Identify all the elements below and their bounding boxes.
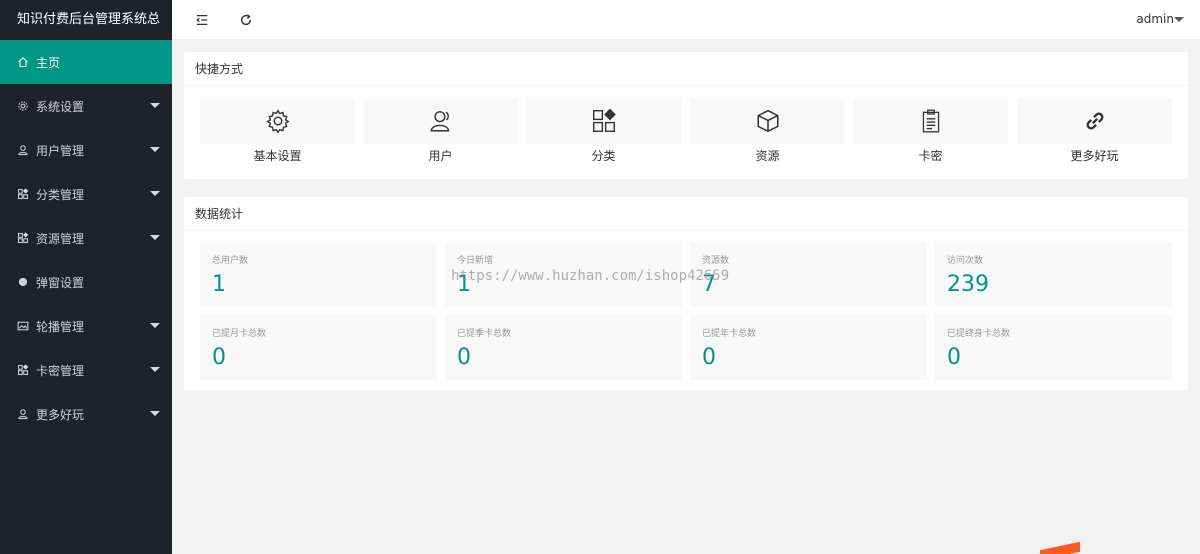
shortcut-tile[interactable] (853, 98, 1008, 144)
stat-label: 今日新增 (457, 256, 494, 266)
chevron-down-icon (150, 191, 160, 196)
stat-value: 0 (947, 345, 961, 370)
sidebar-item-label: 弹窗设置 (36, 275, 85, 290)
shortcut-card-codes[interactable]: 卡密 (853, 98, 1008, 164)
stat-lifetime-cards: 已提终身卡总数 0 (935, 315, 1172, 380)
app-title: 知识付费后台管理系统总 (0, 0, 172, 40)
cube-icon (756, 109, 779, 133)
shortcut-tile[interactable] (526, 98, 681, 144)
user-icon (429, 111, 449, 132)
stat-visits: 访问次数 239 (935, 242, 1172, 307)
gear-icon (265, 109, 290, 134)
sidebar-item-label: 分类管理 (36, 187, 85, 202)
shortcut-tile[interactable] (363, 98, 518, 144)
stat-label: 已提年卡总数 (702, 329, 757, 339)
sidebar-item-label: 资源管理 (36, 231, 85, 246)
stat-label: 已提终身卡总数 (947, 329, 1011, 339)
sidebar-item-label: 卡密管理 (36, 363, 85, 378)
gear-icon (16, 100, 29, 113)
shortcut-tile[interactable] (200, 98, 355, 144)
sidebar-item-resource-management[interactable]: 资源管理 (0, 216, 172, 260)
sidebar-item-system-settings[interactable]: 系统设置 (0, 84, 172, 128)
shortcut-basic-settings[interactable]: 基本设置 (200, 98, 355, 164)
chevron-down-icon (150, 367, 160, 372)
stat-monthly-cards: 已提月卡总数 0 (200, 315, 437, 380)
sidebar-nav: 主页 系统设置 用户管理 分类管理 资源管理 弹窗设置 轮播管理 卡密管理 更多… (0, 40, 172, 436)
shortcut-resources[interactable]: 资源 (690, 98, 845, 164)
card-title: 数据统计 (184, 197, 1188, 231)
stat-value: 1 (212, 272, 226, 297)
chevron-down-icon (150, 147, 160, 152)
picture-icon (16, 320, 29, 333)
shortcut-tile[interactable] (1017, 98, 1172, 144)
shortcut-categories[interactable]: 分类 (526, 98, 681, 164)
shortcut-users[interactable]: 用户 (363, 98, 518, 164)
circle-icon (16, 276, 29, 289)
sidebar-item-card-code-management[interactable]: 卡密管理 (0, 348, 172, 392)
sidebar-item-user-management[interactable]: 用户管理 (0, 128, 172, 172)
chevron-down-icon (150, 235, 160, 240)
chevron-down-icon (150, 103, 160, 108)
shortcut-tile[interactable] (690, 98, 845, 144)
link-icon (1086, 112, 1103, 130)
sidebar-item-label: 用户管理 (36, 143, 85, 158)
apps-icon (16, 188, 29, 201)
chevron-down-icon (150, 411, 160, 416)
shortcut-more-fun[interactable]: 更多好玩 (1017, 98, 1172, 164)
shortcut-label: 用户 (428, 149, 453, 163)
stat-value: 239 (947, 272, 989, 297)
apps-icon (16, 364, 29, 377)
sidebar-item-popup-settings[interactable]: 弹窗设置 (0, 260, 172, 304)
stat-label: 资源数 (702, 256, 730, 266)
sidebar-item-carousel-management[interactable]: 轮播管理 (0, 304, 172, 348)
stat-label: 访问次数 (947, 256, 984, 266)
watermark: https://www.huzhan.com/ishop42659 (451, 268, 730, 284)
stat-quarterly-cards: 已提季卡总数 0 (445, 315, 682, 380)
apps-icon (16, 232, 29, 245)
stat-value: 0 (702, 345, 716, 370)
sidebar-item-label: 更多好玩 (36, 407, 85, 422)
stat-label: 总用户数 (212, 256, 249, 266)
sidebar-item-category-management[interactable]: 分类管理 (0, 172, 172, 216)
shortcut-label: 分类 (591, 149, 616, 163)
user-icon (16, 144, 29, 157)
sidebar-item-label: 系统设置 (36, 99, 85, 114)
sidebar-item-label: 轮播管理 (36, 319, 85, 334)
shortcut-label: 卡密 (918, 149, 943, 163)
chevron-down-icon[interactable] (1174, 17, 1184, 22)
stat-label: 已提季卡总数 (457, 329, 512, 339)
sidebar-item-home[interactable]: 主页 (0, 40, 172, 84)
user-menu[interactable]: admin (1136, 12, 1174, 26)
shortcut-label: 基本设置 (253, 149, 302, 163)
sidebar-item-more-fun[interactable]: 更多好玩 (0, 392, 172, 436)
stat-label: 已提月卡总数 (212, 329, 267, 339)
user-icon (16, 408, 29, 421)
stat-value: 0 (457, 345, 471, 370)
sidebar: 知识付费后台管理系统总 主页 系统设置 用户管理 分类管理 资源管理 弹窗设置 … (0, 0, 172, 554)
shrink-menu-icon[interactable] (194, 12, 210, 28)
shortcut-label: 更多好玩 (1070, 149, 1119, 163)
stat-total-users: 总用户数 1 (200, 242, 437, 307)
clipboard-icon (922, 109, 939, 133)
top-header: admin (172, 0, 1200, 40)
card-title: 快捷方式 (184, 52, 1188, 86)
sidebar-item-label: 主页 (36, 55, 61, 70)
chevron-down-icon (150, 323, 160, 328)
corner-decoration (1040, 541, 1080, 554)
refresh-icon[interactable] (238, 12, 254, 28)
stats-card: 数据统计 总用户数 1 今日新增 1 资源数 7 访问次数 239 已提月卡总数… (184, 197, 1188, 390)
apps-icon (592, 108, 616, 132)
shortcuts-card: 快捷方式 基本设置 用户 分类 资源 卡密 更多好玩 (184, 52, 1188, 179)
stat-yearly-cards: 已提年卡总数 0 (690, 315, 927, 380)
stat-value: 0 (212, 345, 226, 370)
home-icon (16, 56, 29, 69)
shortcut-label: 资源 (755, 149, 780, 163)
